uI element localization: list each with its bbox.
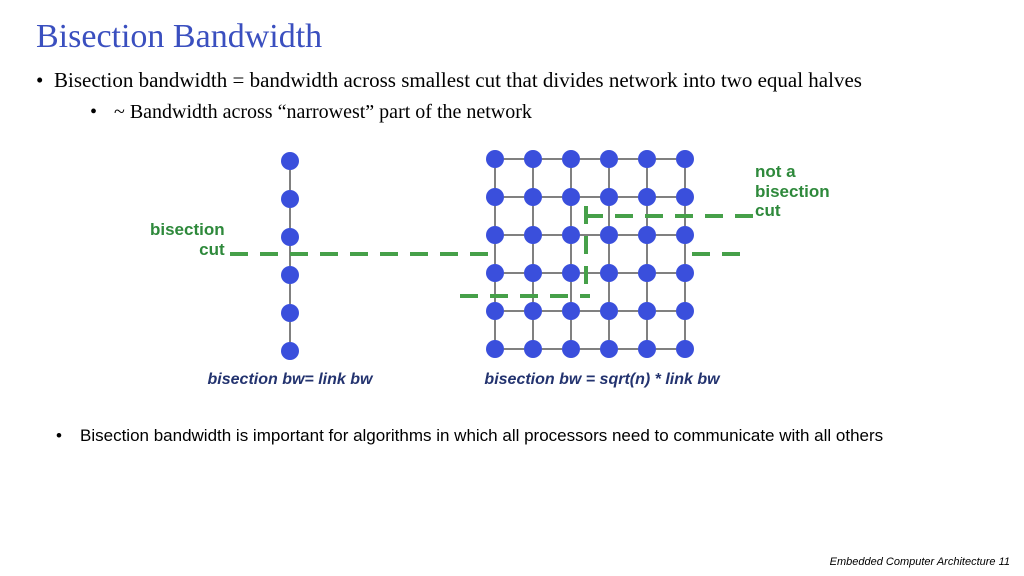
not-bisection-cut-label: not a bisection cut <box>755 162 830 221</box>
page-title: Bisection Bandwidth <box>0 0 1024 66</box>
bullet-dot: • <box>36 68 54 93</box>
non-bisection-cut-bottom <box>460 286 590 306</box>
bisection-cut-label: bisection cut <box>150 220 225 259</box>
bullet-text: ~ Bandwidth across “narrowest” part of t… <box>114 101 532 124</box>
bullet-text: Bisection bandwidth = bandwidth across s… <box>54 68 862 93</box>
mesh-diagram <box>480 144 720 364</box>
linear-caption: bisection bw= link bw <box>170 371 410 389</box>
note-text: Bisection bandwidth is important for alg… <box>80 426 883 446</box>
bullet-dot: • <box>90 101 114 124</box>
mesh-bisection-cut <box>692 248 742 260</box>
diagram-area: bisection cut bisection bw= link bw <box>0 126 1024 426</box>
footer-text: Embedded Computer Architecture 11 <box>830 556 1010 568</box>
bullet-sub: • ~ Bandwidth across “narrowest” part of… <box>0 95 1024 126</box>
non-bisection-cut-line <box>585 206 755 226</box>
bullet-dot: • <box>56 426 80 446</box>
bottom-note: • Bisection bandwidth is important for a… <box>0 426 1024 446</box>
non-bisection-cut-vert <box>576 206 596 296</box>
bisection-cut-line <box>230 248 490 260</box>
bullet-definition: • Bisection bandwidth = bandwidth across… <box>0 66 1024 95</box>
mesh-caption: bisection bw = sqrt(n) * link bw <box>452 371 752 389</box>
